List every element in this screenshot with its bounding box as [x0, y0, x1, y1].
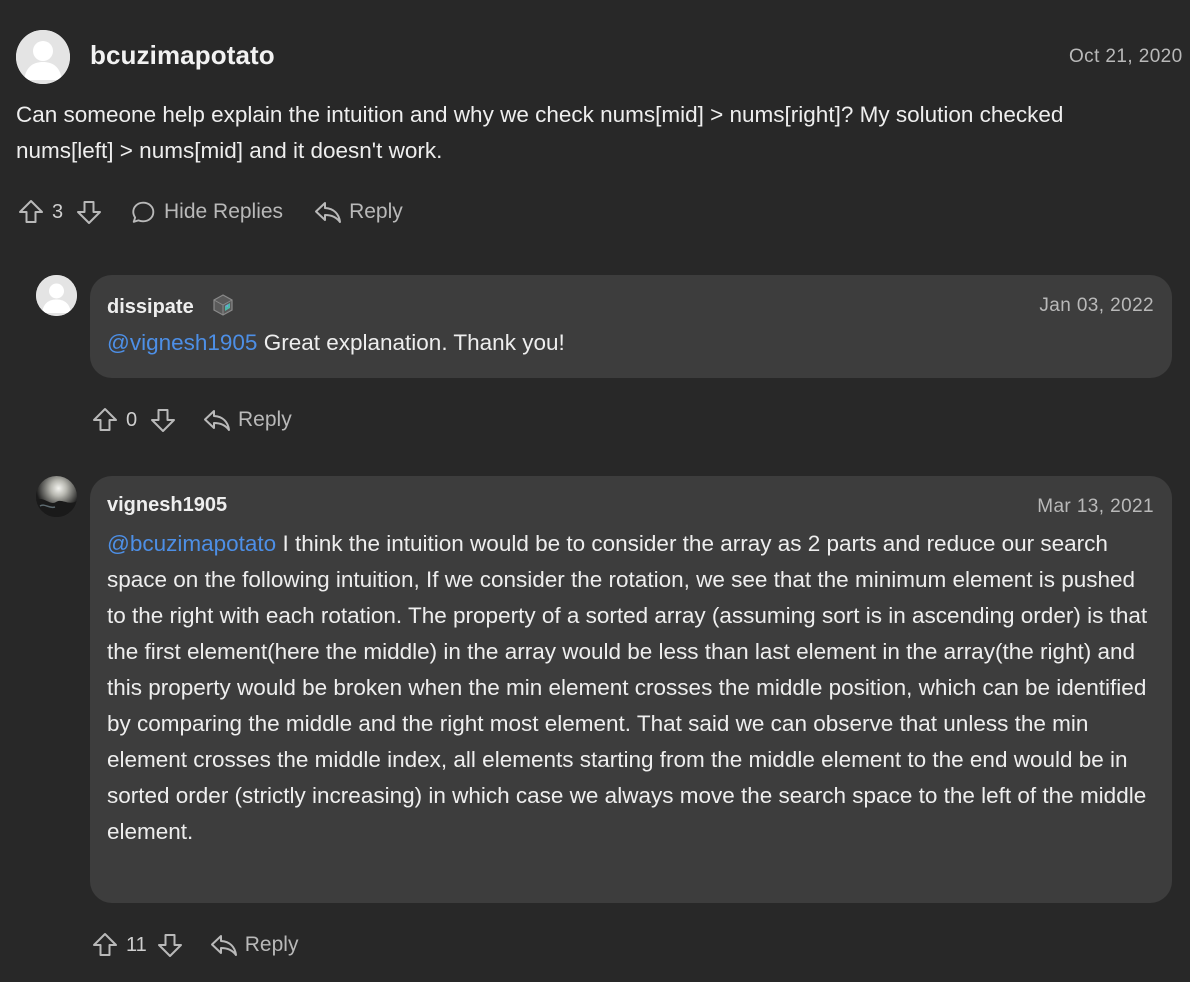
reply-arrow-icon	[210, 935, 237, 956]
mention-link[interactable]: @bcuzimapotato	[107, 531, 276, 556]
reply-avatar[interactable]	[36, 275, 77, 316]
comment-author[interactable]: bcuzimapotato	[90, 40, 275, 71]
comment-actions: 3 Hide Replies Reply	[16, 197, 403, 227]
upvote-icon[interactable]	[90, 930, 120, 960]
reply-body-text: I think the intuition would be to consid…	[107, 531, 1148, 844]
user-avatar[interactable]	[16, 30, 70, 84]
reply-button[interactable]: Reply	[202, 406, 292, 434]
hide-replies-button[interactable]: Hide Replies	[130, 198, 283, 226]
discussion-thread: bcuzimapotato Oct 21, 2020 Can someone h…	[0, 0, 1190, 982]
vote-count: 0	[126, 408, 138, 431]
upvote-icon[interactable]	[16, 197, 46, 227]
reply-date: Jan 03, 2022	[1039, 295, 1154, 316]
reply-actions: 11 Reply	[90, 930, 298, 960]
reply-button[interactable]: Reply	[313, 198, 403, 226]
reply-author[interactable]: dissipate	[107, 293, 235, 319]
default-avatar-icon	[16, 30, 70, 84]
reply-arrow-icon	[204, 410, 230, 431]
reply-date: Mar 13, 2021	[1037, 496, 1154, 517]
photo-avatar-icon	[36, 476, 77, 517]
vote-count: 3	[52, 200, 64, 223]
reply-label: Reply	[244, 933, 299, 956]
reply-actions: 0 Reply	[90, 405, 292, 435]
comment-date: Oct 21, 2020	[1069, 46, 1183, 67]
reply-bubble: vignesh1905 Mar 13, 2021 @bcuzimapotato …	[90, 476, 1172, 903]
cube-badge-icon	[213, 294, 233, 316]
reply-author[interactable]: vignesh1905	[107, 494, 227, 517]
reply-author-name: dissipate	[107, 296, 194, 318]
reply-bubble: dissipate Jan 03, 2022 @vignesh1905 Grea…	[90, 275, 1172, 378]
speech-bubble-icon	[132, 201, 155, 223]
downvote-icon[interactable]	[155, 930, 185, 960]
downvote-icon[interactable]	[148, 405, 178, 435]
reply-avatar[interactable]	[36, 476, 77, 517]
reply-button[interactable]: Reply	[209, 931, 299, 959]
mention-link[interactable]: @vignesh1905	[107, 330, 257, 355]
reply-label: Reply	[238, 408, 292, 431]
reply-body-text: Great explanation. Thank you!	[257, 330, 565, 355]
reply-body: @bcuzimapotato I think the intuition wou…	[107, 526, 1157, 850]
downvote-icon[interactable]	[74, 197, 104, 227]
reply-label: Reply	[349, 200, 403, 223]
reply-arrow-icon	[315, 202, 342, 223]
default-avatar-icon	[36, 275, 77, 316]
comment-body: Can someone help explain the intuition a…	[16, 102, 1064, 163]
hide-replies-label: Hide Replies	[164, 200, 284, 223]
reply-body: @vignesh1905 Great explanation. Thank yo…	[107, 325, 1157, 361]
upvote-icon[interactable]	[90, 405, 120, 435]
vote-count: 11	[126, 933, 147, 956]
